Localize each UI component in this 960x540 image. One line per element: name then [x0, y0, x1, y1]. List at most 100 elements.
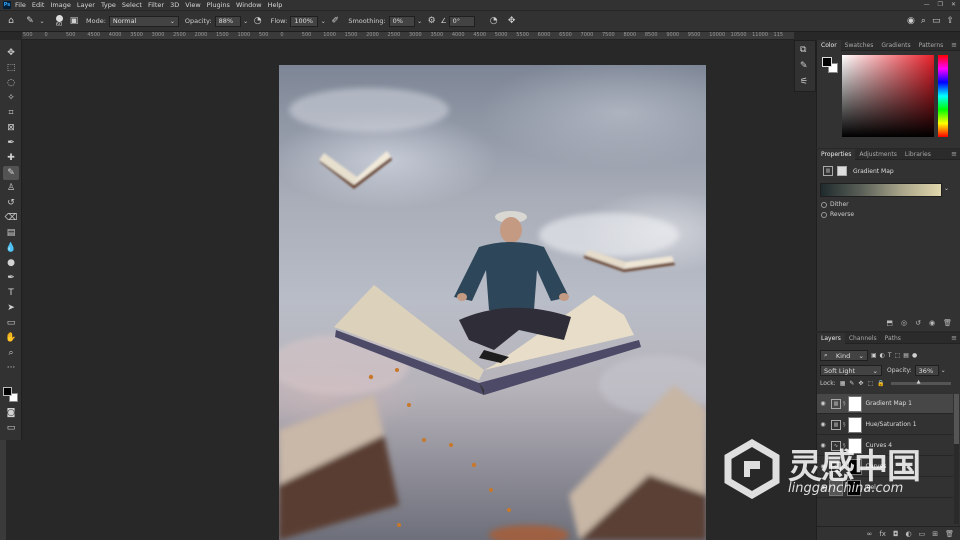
view-previous-icon[interactable]: ◎	[901, 319, 907, 327]
history-brush-icon[interactable]: ↺	[3, 196, 19, 210]
visibility-eye-icon[interactable]: ◉	[817, 421, 829, 428]
panel-menu-icon[interactable]: ≡	[951, 334, 957, 342]
menu-file[interactable]: File	[15, 1, 26, 9]
blur-tool-icon[interactable]: 💧	[3, 241, 19, 255]
eraser-icon[interactable]: ⌫	[3, 211, 19, 225]
hand-tool-icon[interactable]: ✋	[3, 331, 19, 345]
reverse-checkbox[interactable]	[821, 211, 827, 218]
layer-row-hue-saturation[interactable]: ◉ ▥ § Hue/Saturation 1	[817, 415, 953, 435]
layer-mask-icon[interactable]	[837, 166, 847, 176]
menu-select[interactable]: Select	[122, 1, 142, 9]
lock-paint-icon[interactable]: ✎	[849, 380, 854, 387]
tab-color[interactable]: Color	[817, 39, 841, 51]
lock-pixels-icon[interactable]: ▦	[840, 380, 846, 387]
chevron-down-icon[interactable]: ⌄	[241, 18, 251, 25]
layer-row-gradient-map[interactable]: ◉ ▥ § Gradient Map 1	[817, 394, 953, 414]
scrollbar-thumb[interactable]	[954, 394, 959, 444]
rectangle-tool-icon[interactable]: ▭	[3, 316, 19, 330]
link-layers-icon[interactable]: ∞	[867, 530, 873, 538]
magic-wand-icon[interactable]: ✧	[3, 91, 19, 105]
tab-patterns[interactable]: Patterns	[915, 40, 948, 51]
panel-menu-icon[interactable]: ≡	[951, 41, 957, 49]
healing-brush-icon[interactable]: ✚	[3, 151, 19, 165]
layer-style-icon[interactable]: fx	[879, 530, 886, 538]
frame-tool-icon[interactable]: ⊠	[3, 121, 19, 135]
dither-option[interactable]: Dither	[821, 201, 849, 208]
minimize-icon[interactable]: —	[924, 1, 930, 8]
tab-gradients[interactable]: Gradients	[877, 40, 914, 51]
new-layer-icon[interactable]: ⊞	[932, 530, 938, 538]
delete-icon[interactable]: 🗑	[943, 319, 952, 327]
fill-slider-thumb[interactable]: ▲	[917, 379, 921, 385]
zoom-tool-icon[interactable]: ⌕	[3, 346, 19, 360]
tab-swatches[interactable]: Swatches	[841, 40, 878, 51]
pressure-opacity-icon[interactable]: ◔	[251, 16, 265, 26]
filter-shape-icon[interactable]: ⬚	[895, 352, 901, 359]
tab-paths[interactable]: Paths	[881, 333, 905, 344]
filter-pixel-icon[interactable]: ▣	[871, 352, 877, 359]
menu-plugins[interactable]: Plugins	[207, 1, 230, 9]
new-adjustment-icon[interactable]: ◐	[906, 530, 912, 538]
hue-slider[interactable]	[938, 55, 948, 137]
menu-help[interactable]: Help	[268, 1, 283, 9]
home-icon[interactable]: ⌂	[0, 16, 22, 26]
brush-settings-panel-icon[interactable]: ✎	[800, 61, 808, 71]
new-group-icon[interactable]: ▭	[919, 530, 926, 538]
eyedropper-icon[interactable]: ✒	[3, 136, 19, 150]
pen-tool-icon[interactable]: ✒	[3, 271, 19, 285]
visibility-eye-icon[interactable]: ◉	[929, 319, 935, 327]
tab-libraries[interactable]: Libraries	[901, 149, 935, 160]
filter-smart-object-icon[interactable]: ▤	[903, 352, 909, 359]
angle-field[interactable]: 0°	[448, 15, 475, 27]
tab-adjustments[interactable]: Adjustments	[855, 149, 901, 160]
menu-view[interactable]: View	[185, 1, 200, 9]
dither-checkbox[interactable]	[821, 201, 827, 208]
pressure-size-icon[interactable]: ◔	[483, 16, 505, 26]
gear-icon[interactable]: ⚙	[425, 16, 439, 26]
menu-3d[interactable]: 3D	[170, 1, 179, 9]
dodge-tool-icon[interactable]: ●	[3, 256, 19, 270]
layers-scrollbar[interactable]	[954, 394, 959, 524]
filter-toggle-icon[interactable]: ●	[912, 352, 917, 359]
fill-slider[interactable]: ▲	[890, 379, 951, 385]
brush-tool-icon[interactable]: ✎	[22, 16, 38, 26]
delete-layer-icon[interactable]: 🗑	[945, 530, 954, 538]
layer-filter-select[interactable]: ⌕ Kind ⌄	[820, 350, 868, 361]
reset-icon[interactable]: ↺	[915, 319, 921, 327]
share-icon[interactable]: ⇪	[946, 16, 954, 26]
chevron-down-icon[interactable]: ⌄	[415, 18, 425, 25]
chevron-down-icon[interactable]: ⌄	[941, 367, 946, 374]
search-icon[interactable]: ⌕	[921, 16, 926, 26]
opacity-field[interactable]: 88%	[214, 15, 241, 27]
menu-image[interactable]: Image	[50, 1, 70, 9]
filter-adjustment-icon[interactable]: ◐	[880, 352, 885, 359]
layer-mask-thumbnail[interactable]	[847, 416, 862, 433]
chevron-down-icon[interactable]: ⌄	[944, 185, 949, 192]
adjustments-panel-icon[interactable]: ⚟	[800, 77, 808, 87]
filter-type-icon[interactable]: T	[888, 352, 892, 359]
marquee-tool-icon[interactable]: ⬚	[3, 61, 19, 75]
layer-name[interactable]: Gradient Map 1	[866, 400, 912, 407]
foreground-color-swatch[interactable]	[3, 387, 12, 396]
tab-properties[interactable]: Properties	[817, 148, 856, 160]
workspace-icon[interactable]: ▭	[932, 16, 941, 26]
chevron-down-icon[interactable]: ⌄	[318, 18, 328, 25]
path-selection-icon[interactable]: ➤	[3, 301, 19, 315]
brush-settings-icon[interactable]: ▣	[68, 16, 80, 26]
quick-mask-icon[interactable]: ◙	[3, 406, 19, 420]
menu-filter[interactable]: Filter	[148, 1, 164, 9]
chevron-down-icon[interactable]: ⌄	[38, 18, 46, 25]
visibility-eye-icon[interactable]: ◉	[817, 400, 829, 407]
tab-channels[interactable]: Channels	[845, 333, 881, 344]
more-tools-icon[interactable]: ···	[3, 361, 19, 375]
screen-mode-icon[interactable]: ▭	[3, 421, 19, 435]
maximize-icon[interactable]: ❐	[938, 1, 943, 8]
gradient-tool-icon[interactable]: ▤	[3, 226, 19, 240]
crop-tool-icon[interactable]: ⌗	[3, 106, 19, 120]
user-icon[interactable]: ◉	[907, 16, 915, 26]
layer-mask-thumbnail[interactable]	[847, 395, 862, 412]
layer-opacity-field[interactable]: 36%	[914, 365, 939, 376]
gradient-preview[interactable]	[820, 183, 942, 197]
saturation-brightness-field[interactable]	[842, 55, 934, 137]
menu-type[interactable]: Type	[101, 1, 116, 9]
